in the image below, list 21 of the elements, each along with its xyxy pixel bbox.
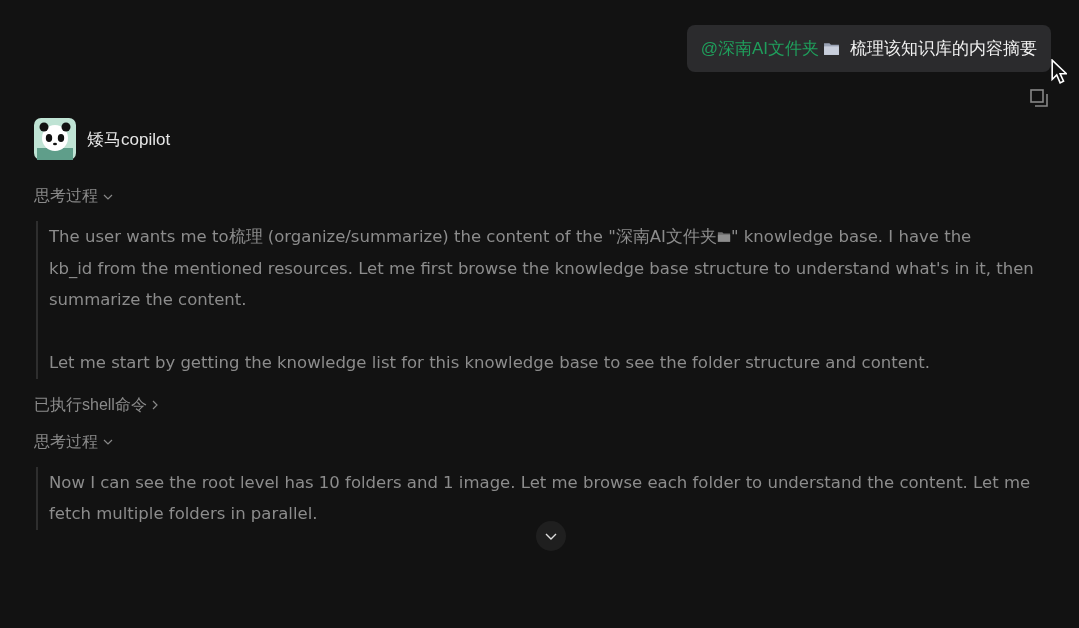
assistant-name: 矮马copilot — [87, 128, 171, 151]
thought-text: The user wants me to梳理 (organize/summarize) the content of the "深南AI文件夹 — [49, 227, 717, 246]
step-toggle[interactable]: 思考过程 — [34, 431, 113, 453]
cursor-icon — [1051, 59, 1067, 84]
chevron-down-icon — [103, 439, 113, 445]
chevron-right-icon — [151, 400, 158, 410]
copy-icon[interactable] — [1029, 88, 1049, 108]
step-toggle[interactable]: 已执行shell命令 — [34, 394, 158, 416]
thought-text: Let me start by getting the knowledge list for this knowledge base to see the folder structure and content. — [49, 352, 931, 374]
step-toggle[interactable]: 思考过程 — [34, 186, 113, 207]
chevron-down-icon — [545, 532, 557, 540]
thought-text: " knowledge base. I have the — [731, 227, 972, 246]
user-message-text: 梳理该知识库的内容摘要 — [850, 38, 1037, 60]
thought-text: Now I can see the root level has 10 folders and 1 image. Let me browse each folder to understand the content. Let me fetch multiple folders in parallel. — [49, 471, 1032, 525]
thought-text: kb_id from the mentioned resources. Let me first browse the knowledge base structure to understand what's in it, then summarize the content. — [49, 257, 1035, 311]
panda-avatar — [34, 118, 76, 160]
folder-icon — [717, 230, 731, 243]
scroll-down-button[interactable] — [536, 521, 566, 551]
mention-tag[interactable]: @深南AI文件夹 — [700, 37, 819, 60]
chevron-down-icon — [103, 193, 113, 200]
folder-icon — [823, 41, 840, 56]
